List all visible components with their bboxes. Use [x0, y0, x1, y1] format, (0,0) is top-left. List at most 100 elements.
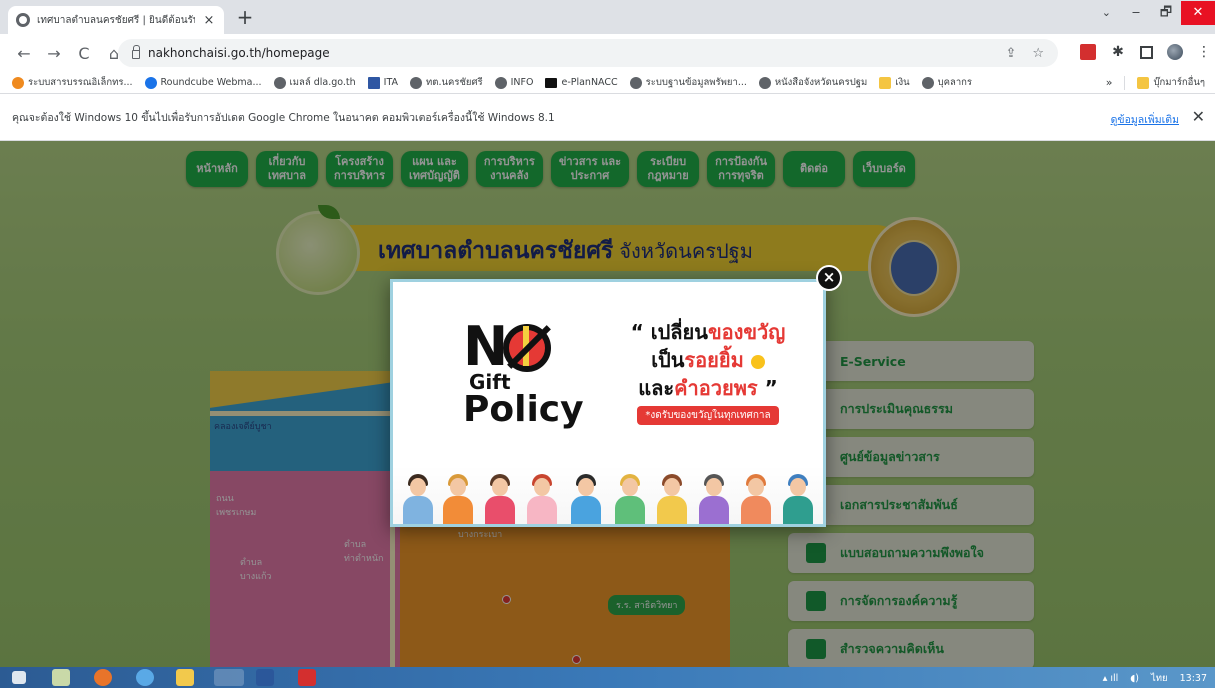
slogan-line-2: เป็นรอยยิ้ม — [623, 346, 793, 374]
url-text[interactable]: nakhonchaisi.go.th/homepage — [148, 46, 330, 60]
person-illustration — [697, 474, 731, 524]
input-language[interactable]: ไทย — [1151, 671, 1168, 686]
bookmark-item[interactable]: ระบบฐานข้อมูลพรัพยา... — [629, 75, 747, 90]
smile-emoji-icon — [750, 354, 765, 369]
word-icon[interactable] — [256, 669, 274, 686]
acrobat-icon[interactable] — [298, 669, 316, 686]
bookmark-label: ระบบสารบรรณอิเล็กทร... — [28, 77, 133, 88]
bookmark-item[interactable]: เมลล์ dla.go.th — [273, 75, 356, 90]
bookmarks-overflow-button[interactable]: » — [1106, 76, 1113, 89]
roundcube-icon — [144, 76, 157, 89]
person-illustration — [441, 474, 475, 524]
network-icon[interactable]: ▴ ıll — [1103, 673, 1119, 684]
head — [748, 478, 764, 496]
browser-tab-strip: เทศบาลตำบลนครชัยศรี | ยินดีต้อนรับ × + ⌄… — [0, 0, 1215, 34]
close-window-button[interactable]: ✕ — [1181, 1, 1215, 25]
restore-button[interactable]: 🗗 — [1151, 1, 1181, 25]
shirt — [485, 496, 515, 524]
slogan-line-3: และคำอวยพร ” — [623, 374, 793, 402]
house-icon — [545, 77, 558, 88]
shirt — [615, 496, 645, 524]
globe-icon — [758, 76, 771, 89]
popup-close-button[interactable]: × — [816, 265, 842, 291]
bookmark-folder[interactable]: เงิน — [879, 75, 910, 90]
puzzle-icon[interactable]: ✱ — [1110, 44, 1126, 60]
learn-more-link[interactable]: ดูข้อมูลเพิ่มเติม — [1111, 111, 1179, 128]
folder-icon — [1137, 76, 1150, 89]
slogan: “ เปลี่ยนของขวัญ เป็นรอยยิ้ม และคำอวยพร … — [623, 318, 793, 425]
bookmark-item[interactable]: หนังสือจังหวัดนครปฐม — [758, 75, 867, 90]
profile-avatar[interactable] — [1167, 44, 1183, 60]
person-illustration — [739, 474, 773, 524]
chrome-icon[interactable] — [214, 669, 244, 686]
explorer-icon[interactable] — [176, 669, 194, 686]
minimize-button[interactable]: ‒ — [1121, 1, 1151, 25]
globe-icon — [629, 76, 642, 89]
recycle-icon[interactable] — [52, 669, 70, 686]
menu-icon[interactable]: ⋮ — [1197, 44, 1211, 60]
sidepanel-icon[interactable] — [1140, 45, 1153, 59]
bookmark-label: บุคลากร — [937, 77, 973, 88]
slogan-text: “ เปลี่ยน — [630, 320, 708, 344]
bookmark-label: เมลล์ dla.go.th — [289, 77, 356, 88]
person-illustration — [655, 474, 689, 524]
person-illustration — [483, 474, 517, 524]
shirt — [783, 496, 813, 524]
system-tray: ▴ ıll ◖) ไทย 13:37 — [1103, 671, 1207, 686]
person-illustration — [569, 474, 603, 524]
bookmark-item[interactable]: ระบบสารบรรณอิเล็กทร... — [12, 75, 133, 90]
bookmark-item[interactable]: INFO — [494, 76, 534, 89]
person-illustration — [613, 474, 647, 524]
slogan-text: เป็น — [651, 348, 685, 372]
reload-button[interactable]: C — [72, 44, 96, 63]
back-button[interactable]: ← — [12, 44, 36, 63]
tab-search-button[interactable]: ⌄ — [1102, 6, 1111, 19]
bookmark-item[interactable]: e-PlanNACC — [545, 77, 618, 88]
share-icon[interactable]: ⇪ — [1005, 46, 1016, 61]
head — [664, 478, 680, 496]
page-viewport: หน้าหลัก เกี่ยวกับ เทศบาล โครงสร้าง การบ… — [0, 141, 1215, 667]
firefox-icon[interactable] — [94, 669, 112, 686]
extensions-area: ✱ ⋮ — [1080, 44, 1211, 60]
bookmark-item[interactable]: Roundcube Webma... — [144, 76, 262, 89]
other-bookmarks-folder[interactable]: บุ๊กมาร์กอื่นๆ — [1137, 75, 1205, 90]
pdf-icon[interactable] — [1080, 44, 1096, 60]
slogan-highlight: คำอวยพร — [674, 376, 758, 400]
window-controls: ‒ 🗗 ✕ — [1121, 0, 1215, 26]
tab-title: เทศบาลตำบลนครชัยศรี | ยินดีต้อนรับ — [37, 14, 195, 26]
bookmark-item[interactable]: ITA — [367, 76, 398, 89]
shirt — [443, 496, 473, 524]
bookmark-label: เงิน — [895, 77, 910, 88]
bookmark-star-icon[interactable]: ☆ — [1032, 46, 1044, 61]
head — [534, 478, 550, 496]
bookmark-item[interactable]: บุคลากร — [921, 75, 973, 90]
chrome-update-infobar: คุณจะต้องใช้ Windows 10 ขึ้นไปเพื่อรับกา… — [0, 95, 1215, 141]
infobar-close-button[interactable]: ✕ — [1192, 107, 1205, 126]
new-tab-button[interactable]: + — [234, 6, 256, 28]
no-gift-policy-popup: N Gift Policy “ เปลี่ยนของขวัญ เป็นรอยยิ… — [390, 279, 826, 527]
tab-close-button[interactable]: × — [202, 13, 216, 28]
address-bar[interactable]: nakhonchaisi.go.th/homepage ⇪ ☆ — [118, 39, 1058, 67]
browser-toolbar: ← → C ⌂ nakhonchaisi.go.th/homepage ⇪ ☆ … — [0, 34, 1215, 72]
ie-icon[interactable] — [136, 669, 154, 686]
bookmark-label: บุ๊กมาร์กอื่นๆ — [1153, 77, 1205, 88]
people-illustration — [393, 466, 823, 524]
bookmark-label: INFO — [510, 77, 534, 88]
start-icon[interactable] — [12, 671, 26, 684]
browser-tab-active[interactable]: เทศบาลตำบลนครชัยศรี | ยินดีต้อนรับ × — [8, 6, 224, 34]
head — [450, 478, 466, 496]
lock-icon[interactable] — [132, 45, 140, 59]
bookmarks-divider — [1124, 75, 1126, 90]
bookmark-item[interactable]: ทต.นครชัยศรี — [410, 75, 483, 90]
slogan-line-1: “ เปลี่ยนของขวัญ — [623, 318, 793, 346]
orange-globe-icon — [12, 76, 24, 89]
infobar-message: คุณจะต้องใช้ Windows 10 ขึ้นไปเพื่อรับกา… — [12, 112, 555, 124]
clock[interactable]: 13:37 — [1180, 673, 1207, 684]
slogan-text: ” — [757, 376, 778, 400]
forward-button[interactable]: → — [42, 44, 66, 63]
ita-icon — [367, 76, 380, 89]
logo-policy-text: Policy — [463, 389, 584, 430]
volume-icon[interactable]: ◖) — [1130, 673, 1139, 684]
head — [622, 478, 638, 496]
bookmark-label: ทต.นครชัยศรี — [426, 77, 483, 88]
